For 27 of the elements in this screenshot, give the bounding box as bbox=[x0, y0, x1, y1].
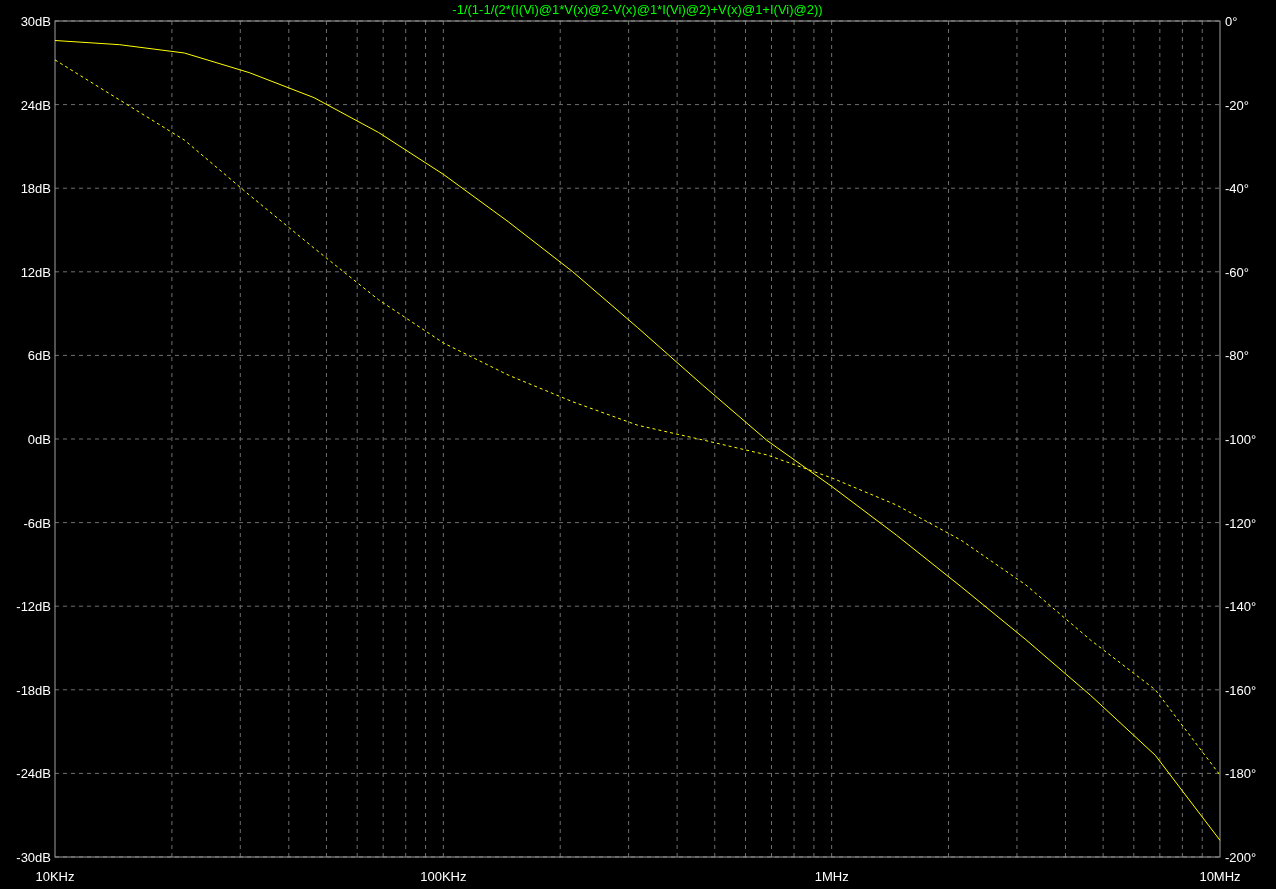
axis-tick-label: 24dB bbox=[20, 97, 51, 113]
axis-tick-label: 6dB bbox=[27, 348, 51, 364]
axis-tick-label: -18dB bbox=[16, 682, 51, 698]
axis-tick-label: -30dB bbox=[16, 850, 51, 865]
axis-tick-label: -200° bbox=[1225, 850, 1257, 865]
axis-tick-label: 30dB bbox=[20, 14, 51, 29]
axis-tick-label: 0° bbox=[1225, 14, 1238, 29]
axis-tick-label: 18dB bbox=[20, 181, 51, 197]
axis-tick-label: -12dB bbox=[16, 599, 51, 615]
axis-tick-label: -140° bbox=[1225, 599, 1257, 615]
axis-tick-label: -40° bbox=[1225, 181, 1249, 197]
axis-tick-label: -100° bbox=[1225, 432, 1257, 447]
axis-tick-label: -180° bbox=[1225, 766, 1257, 782]
chart-title: -1/(1-1/(2*(I(Vi)@1*V(x)@2-V(x)@1*I(Vi)@2)+V(x)@1+I(Vi)@2)) bbox=[452, 2, 823, 17]
axis-tick-label: -24dB bbox=[16, 766, 51, 782]
axis-tick-label: 10MHz bbox=[1199, 869, 1241, 884]
axis-tick-label: -60° bbox=[1225, 264, 1249, 280]
axis-tick-label: -160° bbox=[1225, 682, 1257, 698]
axis-tick-label: 1MHz bbox=[814, 869, 849, 884]
axis-tick-label: -80° bbox=[1225, 348, 1249, 364]
axis-tick-label: -6dB bbox=[23, 515, 51, 531]
axis-tick-label: -20° bbox=[1225, 97, 1249, 113]
axis-tick-label: 10KHz bbox=[35, 869, 75, 884]
axis-tick-label: 100KHz bbox=[420, 869, 467, 884]
axis-tick-label: -120° bbox=[1225, 515, 1257, 531]
axis-tick-label: 0dB bbox=[27, 432, 51, 447]
axis-tick-label: 12dB bbox=[20, 264, 51, 280]
